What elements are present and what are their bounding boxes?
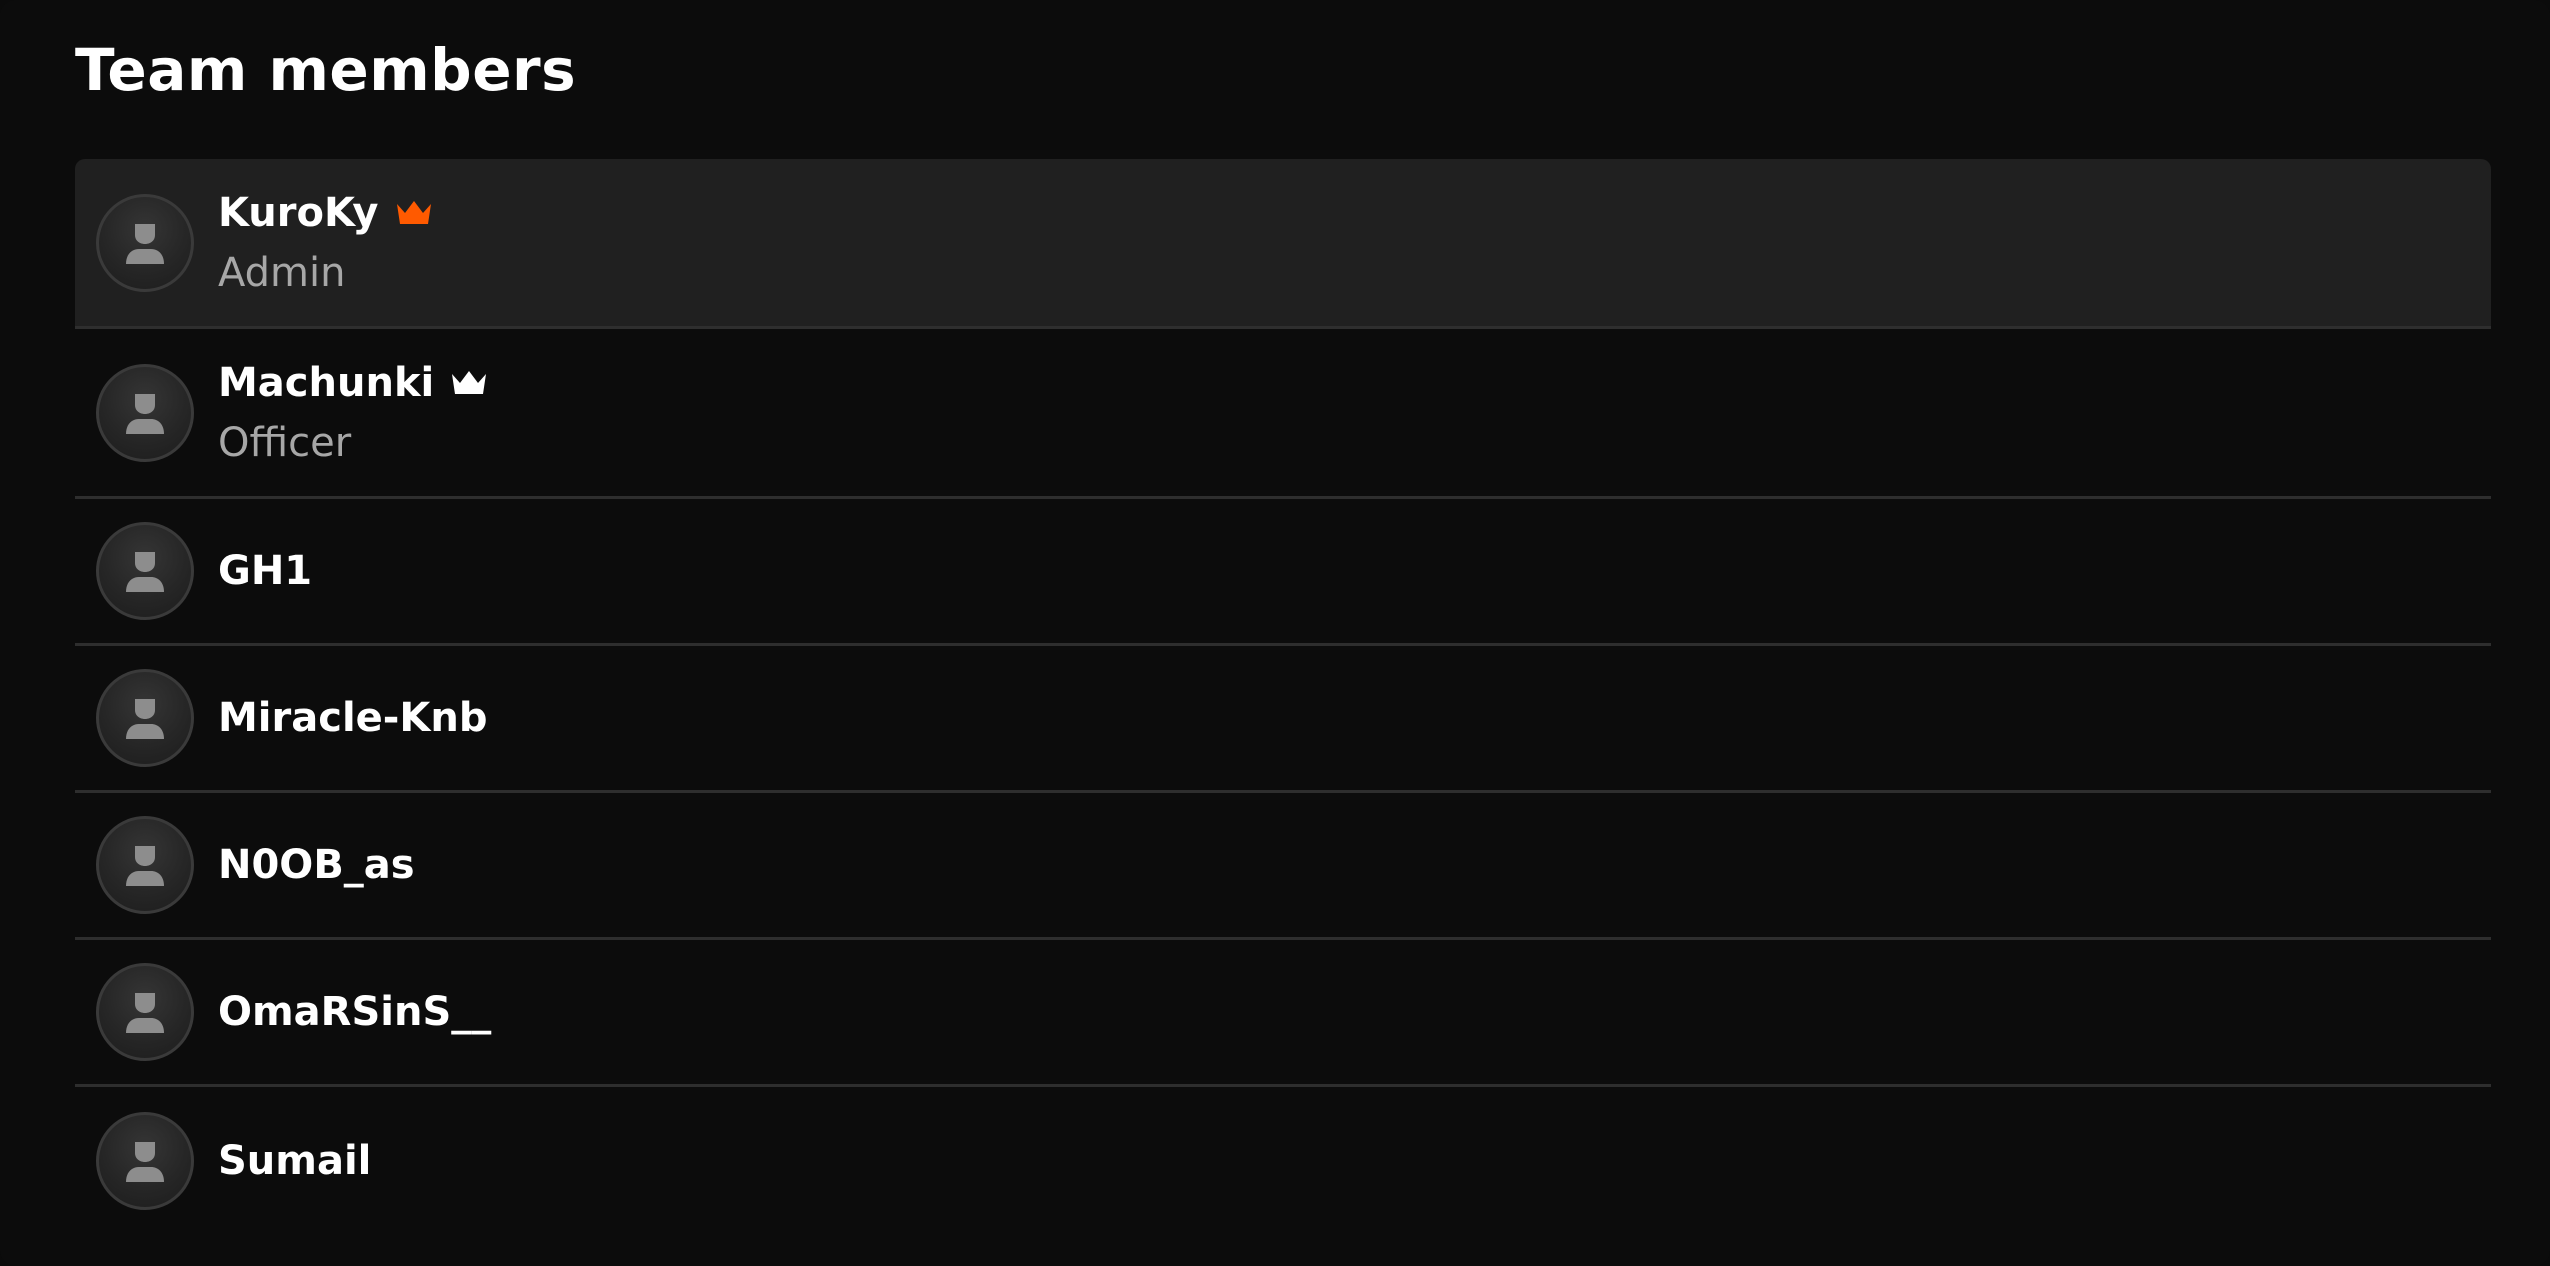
member-name: OmaRSinS__ [218, 989, 492, 1035]
member-name: GH1 [218, 548, 313, 594]
team-members-panel: Team members KuroKy Admin Machunki Offic… [0, 0, 2550, 1266]
member-info: Machunki Officer [218, 359, 488, 467]
member-name: Miracle-Knb [218, 695, 488, 741]
user-icon [126, 552, 164, 592]
member-row-gh1[interactable]: GH1 [75, 499, 2491, 646]
member-info: OmaRSinS__ [218, 988, 491, 1036]
member-row-omarsins[interactable]: OmaRSinS__ [75, 940, 2491, 1087]
avatar [96, 363, 194, 462]
avatar [96, 963, 194, 1061]
member-role: Admin [218, 249, 346, 296]
user-icon [126, 223, 164, 264]
member-row-sumail[interactable]: Sumail [75, 1087, 2491, 1234]
member-row-machunki[interactable]: Machunki Officer [75, 329, 2491, 499]
avatar [96, 669, 194, 767]
member-info: Sumail [218, 1137, 371, 1185]
member-info: Miracle-Knb [218, 694, 488, 742]
user-icon [126, 1141, 164, 1182]
members-list: KuroKy Admin Machunki Officer GH1 Miracl… [75, 159, 2491, 1234]
member-info: GH1 [218, 547, 312, 595]
member-info: N0OB_as [218, 841, 415, 889]
user-icon [126, 393, 164, 434]
avatar [96, 1111, 194, 1210]
member-row-miracle-knb[interactable]: Miracle-Knb [75, 646, 2491, 793]
member-name: Sumail [218, 1137, 372, 1184]
crown-icon [452, 370, 487, 394]
user-icon [126, 699, 164, 739]
avatar [96, 522, 194, 620]
page-title: Team members [75, 36, 577, 104]
user-icon [126, 993, 164, 1033]
avatar [96, 193, 194, 292]
crown-icon [396, 200, 431, 224]
member-info: KuroKy Admin [218, 189, 433, 297]
avatar [96, 816, 194, 914]
member-role: Officer [218, 419, 352, 466]
user-icon [126, 846, 164, 886]
member-row-n0ob-as[interactable]: N0OB_as [75, 793, 2491, 940]
member-name: Machunki [218, 359, 435, 406]
member-row-kuroky[interactable]: KuroKy Admin [75, 159, 2491, 329]
member-name: N0OB_as [218, 842, 415, 888]
member-name: KuroKy [218, 189, 379, 236]
